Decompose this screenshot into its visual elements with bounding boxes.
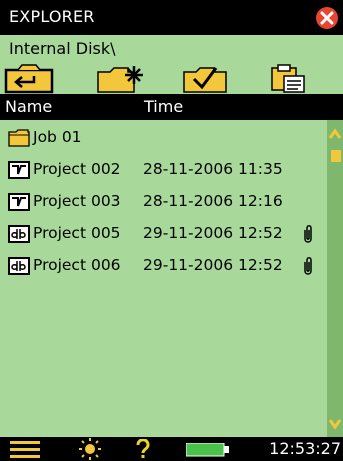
title-bar: EXPLORER xyxy=(0,0,343,35)
window-title: EXPLORER xyxy=(9,7,95,26)
file-name: Project 006 xyxy=(33,256,121,274)
file-time: 29-11-2006 12:52 xyxy=(143,224,283,242)
file-time: 28-11-2006 12:16 xyxy=(143,192,283,210)
clipboard-paste-icon[interactable] xyxy=(262,64,314,94)
brightness-icon[interactable] xyxy=(78,438,102,460)
status-bar: 12:53:27 xyxy=(0,437,343,461)
scroll-thumb[interactable] xyxy=(331,150,341,162)
file-time: 28-11-2006 11:35 xyxy=(143,160,283,178)
waveform-file-icon xyxy=(8,161,30,179)
list-item[interactable]: Project 006 29-11-2006 12:52 xyxy=(0,254,327,278)
select-folder-icon[interactable] xyxy=(180,64,232,94)
scroll-down-icon[interactable] xyxy=(328,419,342,430)
battery-icon xyxy=(186,443,229,457)
menu-icon[interactable] xyxy=(10,440,42,458)
folder-up-icon[interactable] xyxy=(4,64,56,94)
attachment-icon xyxy=(304,257,312,275)
list-item[interactable]: Project 002 28-11-2006 11:35 xyxy=(0,158,327,182)
column-name[interactable]: Name xyxy=(5,97,52,116)
clock: 12:53:27 xyxy=(269,439,341,458)
scroll-up-icon[interactable] xyxy=(328,128,342,139)
current-path: Internal Disk\ xyxy=(9,39,116,58)
file-time: 29-11-2006 12:52 xyxy=(143,256,283,274)
list-item[interactable]: Job 01 xyxy=(0,126,327,150)
file-list: Job 01 Project 002 28-11-2006 11:35 Proj… xyxy=(0,120,327,420)
scrollbar[interactable] xyxy=(327,120,343,437)
help-icon[interactable] xyxy=(136,439,150,459)
file-name: Project 002 xyxy=(33,160,121,178)
db-file-icon xyxy=(8,257,30,275)
list-item[interactable]: Project 003 28-11-2006 12:16 xyxy=(0,190,327,214)
column-time[interactable]: Time xyxy=(144,97,183,116)
folder-icon xyxy=(8,129,30,147)
file-name: Project 005 xyxy=(33,224,121,242)
db-file-icon xyxy=(8,225,30,243)
attachment-icon xyxy=(304,225,312,243)
waveform-file-icon xyxy=(8,193,30,211)
file-name: Job 01 xyxy=(33,128,82,146)
close-icon[interactable] xyxy=(315,6,339,30)
new-folder-icon[interactable] xyxy=(96,64,148,94)
list-item[interactable]: Project 005 29-11-2006 12:52 xyxy=(0,222,327,246)
column-header: Name Time xyxy=(0,94,343,120)
file-name: Project 003 xyxy=(33,192,121,210)
toolbar xyxy=(0,64,343,94)
